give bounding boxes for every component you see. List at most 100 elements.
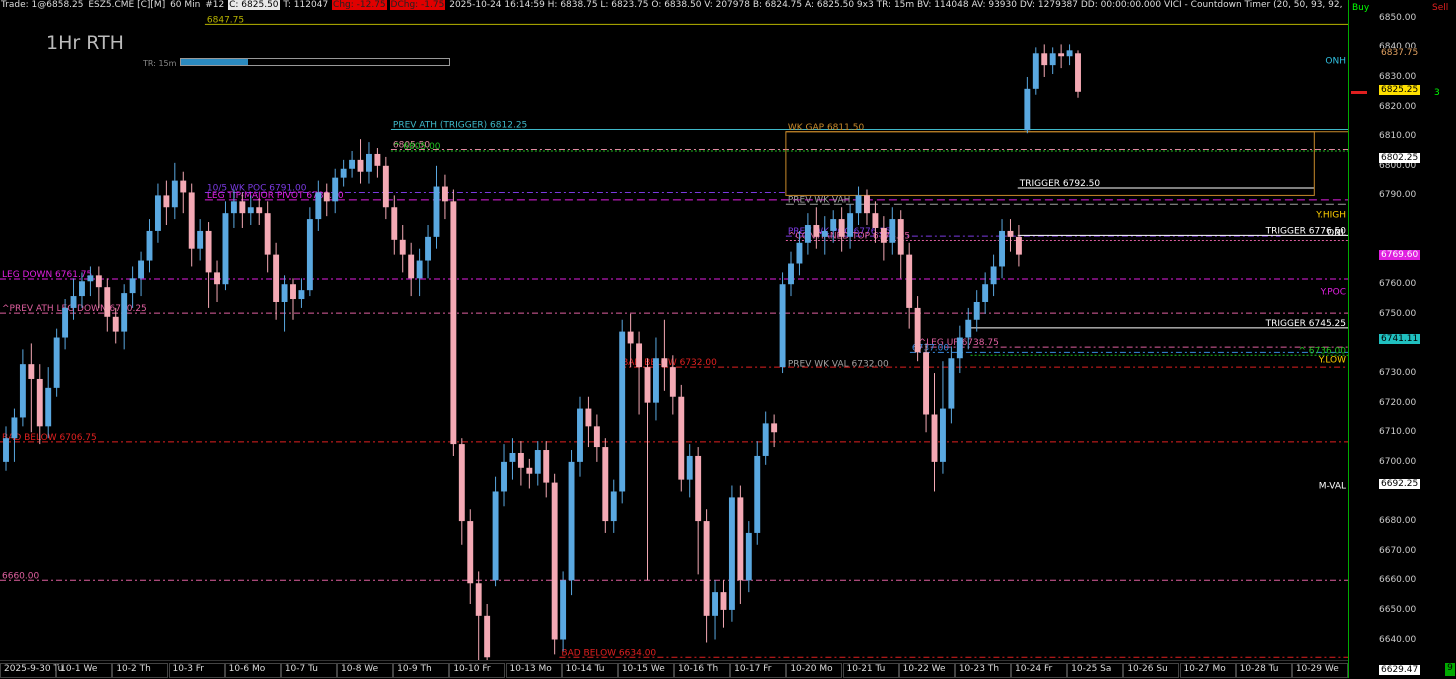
- candle-body: [745, 532, 752, 581]
- date-label: 10-26 Su: [1127, 664, 1168, 674]
- sell-label[interactable]: Sell: [1432, 3, 1448, 13]
- candle-body: [70, 296, 77, 308]
- candle-body: [897, 219, 904, 255]
- candle-body: [1032, 53, 1039, 89]
- candle-body: [1066, 50, 1073, 57]
- candle-body: [855, 195, 862, 214]
- candle-body: [138, 260, 145, 279]
- position-count: 3: [1434, 88, 1440, 98]
- candle-body: [560, 580, 567, 640]
- date-label: 10-24 Fr: [1015, 664, 1053, 674]
- price-tick: 6670.00: [1379, 545, 1417, 556]
- price-tick: 6830.00: [1379, 71, 1417, 82]
- candle-body: [484, 615, 491, 658]
- candle-body: [956, 337, 963, 359]
- level-tag: Y.POC: [1320, 288, 1346, 298]
- price-tag: 6769.60: [1379, 249, 1421, 260]
- candle-body: [357, 159, 364, 172]
- level-label: ^ 6805.00: [393, 142, 441, 152]
- candle-body: [501, 461, 507, 492]
- candle-body: [290, 284, 296, 300]
- candle-body: [467, 521, 474, 584]
- candle-body: [129, 278, 136, 294]
- date-label: 10-1 We: [60, 664, 98, 674]
- price-chart[interactable]: 6847.75PREV ATH (TRIGGER) 6812.25 WK GAP …: [0, 14, 1348, 660]
- candle-body: [720, 592, 727, 610]
- trade-label: Trade: 1@6858.25: [1, 0, 84, 10]
- status-count: 9: [1445, 663, 1455, 676]
- candle-body: [315, 192, 322, 220]
- date-label: 10-14 Tu: [565, 664, 605, 674]
- candle-body: [906, 254, 913, 308]
- date-axis[interactable]: 2025-9-30 Tu 10-1 We 10-2 Th 10-3 Fr 10-6 Mo…: [0, 660, 1348, 679]
- candle-body: [121, 293, 128, 332]
- candle-body: [948, 358, 955, 409]
- candle-body: [543, 450, 550, 483]
- candle-body: [475, 583, 482, 616]
- price-tag: 6825.25: [1379, 85, 1421, 96]
- candle-body: [441, 186, 448, 202]
- level-label: TRIGGER 6792.50: [1019, 179, 1101, 189]
- level-label: LEG TIP-MAJOR PIVOT 6788.50: [207, 191, 344, 201]
- date-label: 10-8 We: [341, 664, 379, 674]
- candle-body: [880, 227, 887, 243]
- countdown-timer-bar: [180, 58, 450, 66]
- symbol-label[interactable]: ESZ5.CME [C][M]: [87, 0, 166, 10]
- interval-label[interactable]: 60 Min: [169, 0, 201, 10]
- date-label: 10-6 Mo: [228, 664, 266, 674]
- level-tag: Y.HIGH: [1315, 211, 1346, 221]
- candle-body: [652, 358, 659, 403]
- candle-body: [990, 266, 997, 285]
- candle-body: [298, 290, 305, 300]
- candle-body: [1041, 53, 1048, 66]
- candle-body: [762, 423, 769, 456]
- candle-body: [619, 331, 626, 492]
- candle-body: [669, 367, 676, 397]
- candle-body: [627, 331, 634, 344]
- candle-body: [247, 207, 254, 214]
- candle-body: [1075, 53, 1081, 92]
- date-label: 10-17 Fr: [734, 664, 772, 674]
- price-tag: 6837.75: [1379, 48, 1421, 59]
- candle-body: [391, 207, 398, 240]
- price-tick: 6660.00: [1379, 575, 1417, 586]
- candle-body: [205, 230, 212, 273]
- price-tick: 6640.00: [1379, 634, 1417, 645]
- candle-body: [551, 482, 558, 640]
- candle-body: [636, 343, 643, 368]
- candle-body: [95, 275, 102, 288]
- tick-count: T: 112047: [283, 0, 329, 10]
- candle-body: [416, 260, 423, 279]
- buy-label[interactable]: Buy: [1352, 3, 1369, 13]
- current-price: C: 6825.50: [228, 0, 280, 10]
- candle-body: [771, 423, 778, 433]
- candle-body: [425, 236, 432, 261]
- candle-body: [79, 281, 85, 297]
- level-tag: Y.LOW: [1318, 356, 1346, 366]
- candle-body: [349, 159, 356, 169]
- candle-body: [534, 450, 541, 474]
- candle-body: [1024, 88, 1031, 131]
- candle-body: [374, 153, 381, 166]
- candle-body: [1007, 230, 1014, 237]
- level-label: BAD BELOW 6634.00: [561, 648, 656, 658]
- candle-body: [28, 364, 35, 379]
- candle-body: [644, 367, 651, 403]
- candle-body: [889, 219, 896, 243]
- candle-body: [838, 219, 845, 237]
- candle-body: [264, 213, 271, 255]
- study-title: 1Hr RTH: [46, 32, 124, 54]
- candle-body: [450, 201, 457, 445]
- sell-marker-icon: [1351, 91, 1367, 94]
- candle-body: [737, 497, 744, 581]
- candle-body: [661, 358, 668, 368]
- candle-body: [965, 319, 972, 338]
- candle-body: [256, 207, 263, 214]
- level-tag: ONL: [1327, 228, 1346, 238]
- candle-body: [19, 364, 26, 418]
- candle-body: [214, 272, 220, 285]
- chart-header-bar: Trade: 1@6858.25 ESZ5.CME [C][M] 60 Min …: [0, 0, 1346, 14]
- candle-body: [982, 284, 989, 302]
- price-axis[interactable]: Buy Sell 3 9 6850.006840.006830.006820.0…: [1348, 0, 1456, 678]
- timer-label: TR: 15m: [143, 59, 177, 68]
